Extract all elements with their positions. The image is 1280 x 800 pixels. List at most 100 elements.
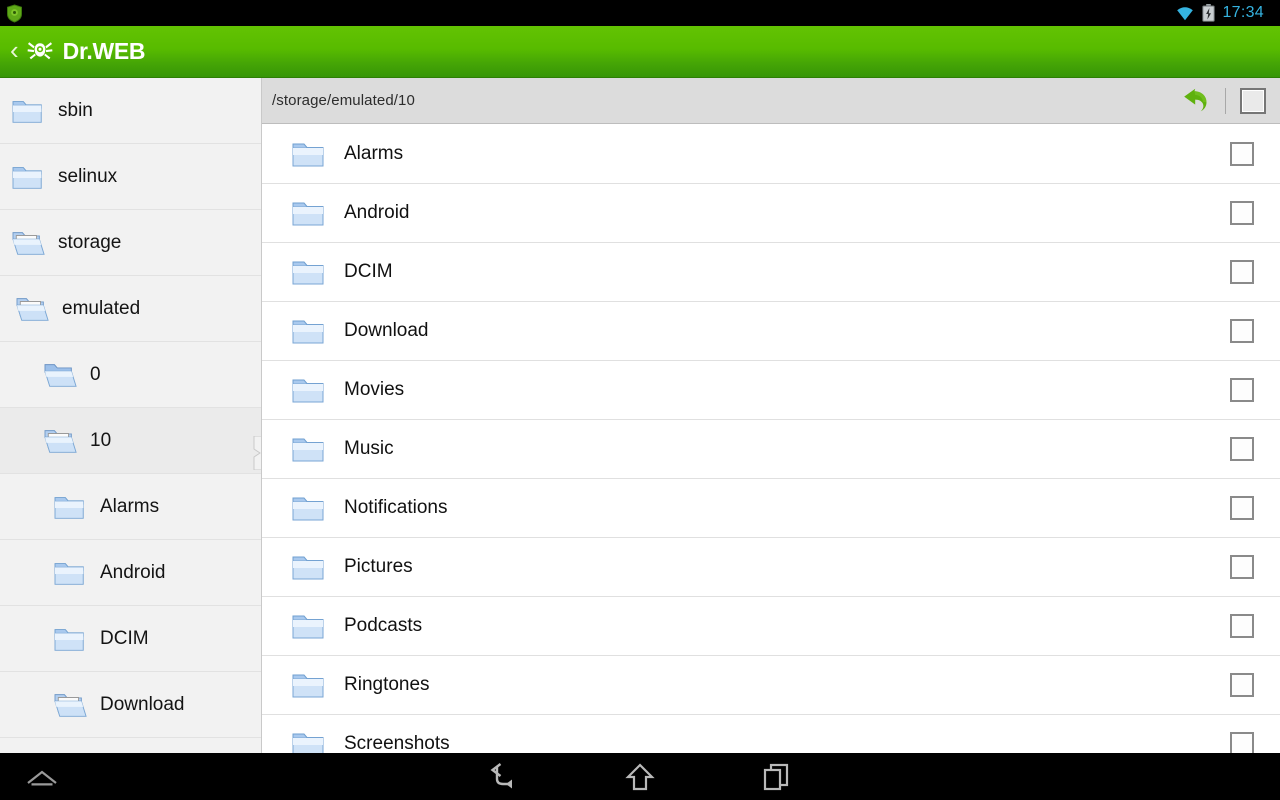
folder-open-icon bbox=[52, 689, 90, 721]
recent-apps-icon[interactable] bbox=[753, 760, 799, 794]
tree-item-label: DCIM bbox=[100, 627, 149, 649]
file-list[interactable]: Alarms Android DCIM Download Movies Music Noti… bbox=[262, 125, 1280, 753]
tree-item-selinux[interactable]: selinux bbox=[0, 144, 261, 210]
folder-closed-icon bbox=[52, 557, 90, 589]
file-row-label: Music bbox=[344, 438, 394, 459]
main-body: sbin selinux storage emulated 0 10 Alarms Andro… bbox=[0, 78, 1280, 753]
app-brand-title: Dr.WEB bbox=[62, 38, 146, 64]
tree-item-label: emulated bbox=[62, 297, 141, 319]
folder-closed-icon bbox=[290, 668, 330, 702]
drweb-spider-icon bbox=[25, 38, 63, 66]
tree-item-android[interactable]: Android bbox=[0, 540, 261, 606]
tree-item-label: Alarms bbox=[100, 495, 160, 517]
file-row-checkbox[interactable] bbox=[1230, 319, 1254, 343]
folder-closed-icon bbox=[290, 727, 330, 753]
up-back-chevron-icon[interactable]: ‹ bbox=[8, 37, 25, 66]
folder-open-icon bbox=[14, 293, 52, 325]
tree-item-0[interactable]: 0 bbox=[0, 342, 261, 408]
battery-charging-icon bbox=[1202, 4, 1216, 22]
folder-closed-icon bbox=[10, 161, 48, 193]
tree-item-label: 10 bbox=[90, 429, 112, 451]
folder-closed-icon bbox=[290, 196, 330, 230]
file-row[interactable]: DCIM bbox=[262, 243, 1280, 302]
tree-item-label: 0 bbox=[90, 363, 101, 385]
tree-item-label: Download bbox=[100, 693, 185, 715]
folder-open-icon bbox=[42, 425, 80, 457]
tree-item-label: sbin bbox=[58, 99, 93, 121]
android-navigation-bar bbox=[0, 753, 1280, 800]
tree-item-storage[interactable]: storage bbox=[0, 210, 261, 276]
folder-open-blue-icon bbox=[42, 359, 80, 391]
back-arrow-icon[interactable] bbox=[481, 760, 527, 794]
file-row[interactable]: Download bbox=[262, 302, 1280, 361]
file-row[interactable]: Notifications bbox=[262, 479, 1280, 538]
file-row[interactable]: Ringtones bbox=[262, 656, 1280, 715]
nav-buttons-group bbox=[481, 760, 799, 794]
panel-resize-handle[interactable] bbox=[252, 435, 261, 471]
home-icon[interactable] bbox=[617, 760, 663, 794]
file-row[interactable]: Android bbox=[262, 184, 1280, 243]
file-row-checkbox[interactable] bbox=[1230, 378, 1254, 402]
file-row[interactable]: Movies bbox=[262, 361, 1280, 420]
file-row[interactable]: Alarms bbox=[262, 125, 1280, 184]
file-row-checkbox[interactable] bbox=[1230, 555, 1254, 579]
folder-closed-icon bbox=[290, 609, 330, 643]
tree-item-label: selinux bbox=[58, 165, 118, 187]
file-row-label: Notifications bbox=[344, 497, 448, 518]
directory-tree-sidebar[interactable]: sbin selinux storage emulated 0 10 Alarms Andro… bbox=[0, 78, 262, 753]
file-row-checkbox[interactable] bbox=[1230, 260, 1254, 284]
file-row-label: Ringtones bbox=[344, 674, 430, 695]
folder-closed-icon bbox=[290, 137, 330, 171]
file-row-checkbox[interactable] bbox=[1230, 496, 1254, 520]
tree-item-dcim[interactable]: DCIM bbox=[0, 606, 261, 672]
status-clock: 17:34 bbox=[1222, 4, 1264, 21]
toolbar-divider bbox=[1225, 87, 1226, 114]
chevron-up-icon[interactable] bbox=[22, 764, 62, 790]
file-row[interactable]: Music bbox=[262, 420, 1280, 479]
drweb-shield-icon bbox=[6, 3, 23, 23]
tree-item-emulated[interactable]: emulated bbox=[0, 276, 261, 342]
tree-item-10[interactable]: 10 bbox=[0, 408, 261, 474]
status-bar: 17:34 bbox=[0, 0, 1280, 26]
status-notifications bbox=[6, 3, 23, 23]
file-browser-pane: /storage/emulated/10 Alarms Android DCIM Do… bbox=[262, 78, 1280, 753]
undo-arrow-icon[interactable] bbox=[1177, 85, 1213, 117]
folder-closed-icon bbox=[52, 623, 90, 655]
status-system-icons: 17:34 bbox=[1175, 4, 1272, 22]
file-row-checkbox[interactable] bbox=[1230, 201, 1254, 225]
file-row-checkbox[interactable] bbox=[1230, 437, 1254, 461]
file-row-checkbox[interactable] bbox=[1230, 673, 1254, 697]
directory-tree-list: sbin selinux storage emulated 0 10 Alarms Andro… bbox=[0, 78, 261, 738]
folder-closed-icon bbox=[290, 550, 330, 584]
file-row-label: Movies bbox=[344, 379, 405, 400]
select-all-checkbox[interactable] bbox=[1240, 87, 1266, 114]
file-row[interactable]: Podcasts bbox=[262, 597, 1280, 656]
file-row-checkbox[interactable] bbox=[1230, 142, 1254, 166]
file-row-label: Screenshots bbox=[344, 733, 450, 753]
android-screen: 17:34 ‹ Dr.WEB sbin selinux storage emul… bbox=[0, 0, 1280, 800]
app-header-bar: ‹ Dr.WEB bbox=[0, 26, 1280, 78]
file-row-label: DCIM bbox=[344, 261, 393, 282]
file-row-label: Android bbox=[344, 202, 410, 223]
tree-item-label: storage bbox=[58, 231, 122, 253]
folder-closed-icon bbox=[10, 95, 48, 127]
folder-closed-icon bbox=[290, 255, 330, 289]
path-toolbar: /storage/emulated/10 bbox=[262, 78, 1280, 124]
file-row-checkbox[interactable] bbox=[1230, 732, 1254, 753]
file-row-label: Download bbox=[344, 320, 429, 341]
toolbar-actions bbox=[1177, 85, 1266, 117]
folder-closed-icon bbox=[52, 491, 90, 523]
wifi-icon bbox=[1175, 5, 1195, 21]
file-row-checkbox[interactable] bbox=[1230, 614, 1254, 638]
tree-item-sbin[interactable]: sbin bbox=[0, 78, 261, 144]
file-row[interactable]: Pictures bbox=[262, 538, 1280, 597]
folder-open-icon bbox=[10, 227, 48, 259]
tree-item-download[interactable]: Download bbox=[0, 672, 261, 738]
file-row-label: Podcasts bbox=[344, 615, 423, 636]
file-row[interactable]: Screenshots bbox=[262, 715, 1280, 753]
folder-closed-icon bbox=[290, 373, 330, 407]
file-row-label: Alarms bbox=[344, 143, 404, 164]
tree-item-label: Android bbox=[100, 561, 166, 583]
current-path-label: /storage/emulated/10 bbox=[272, 92, 415, 109]
tree-item-alarms[interactable]: Alarms bbox=[0, 474, 261, 540]
